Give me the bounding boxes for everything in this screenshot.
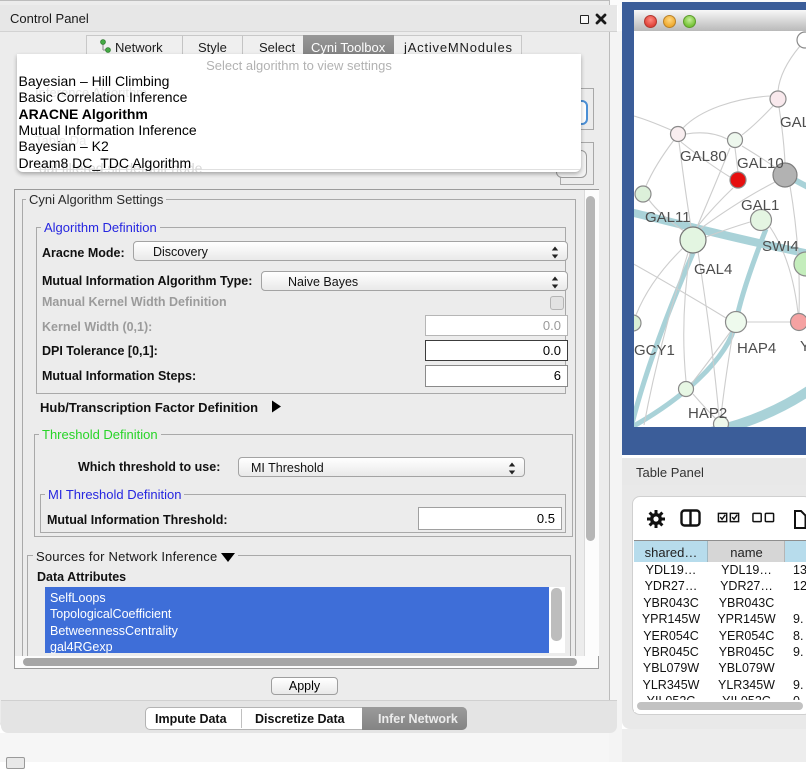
svg-text:GAL10: GAL10 <box>737 155 784 172</box>
svg-text:GCY1: GCY1 <box>634 342 675 359</box>
svg-text:GAL11: GAL11 <box>645 209 691 226</box>
svg-text:SWI4: SWI4 <box>762 238 799 255</box>
svg-text:GAL1: GAL1 <box>741 197 779 214</box>
svg-text:GAL4: GAL4 <box>694 261 732 278</box>
svg-text:Y: Y <box>800 338 806 355</box>
svg-text:HAP4: HAP4 <box>737 340 776 357</box>
svg-text:GAL80: GAL80 <box>680 148 727 165</box>
svg-text:GAL2: GAL2 <box>780 114 806 131</box>
svg-text:HAP2: HAP2 <box>688 405 727 422</box>
